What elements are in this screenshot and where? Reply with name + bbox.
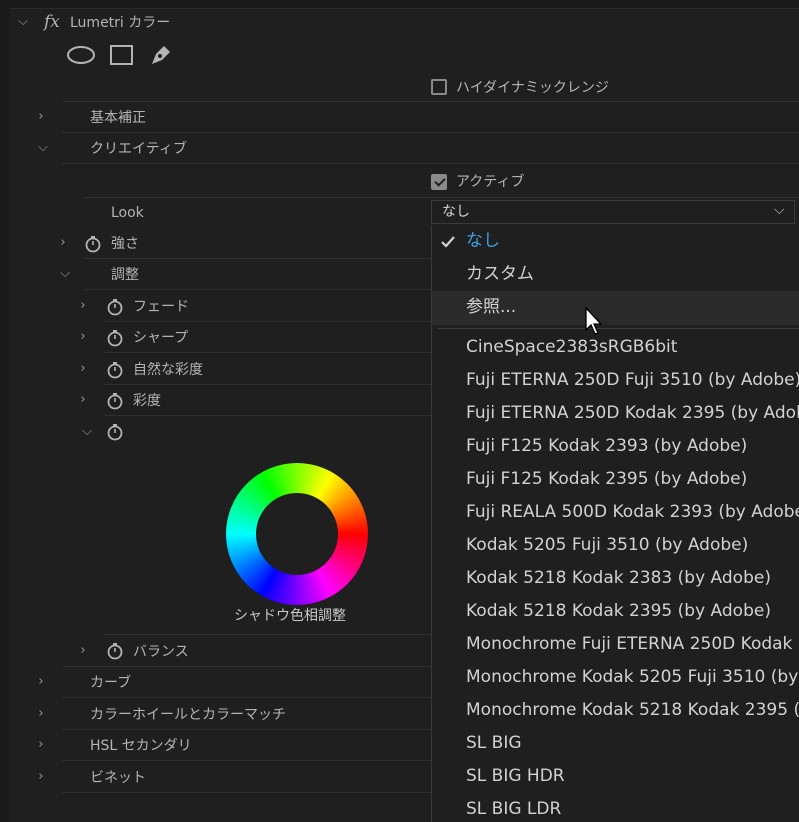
menu-item-look[interactable]: SL BIG HDR (466, 765, 565, 787)
menu-item-look[interactable]: Fuji F125 Kodak 2393 (by Adobe) (466, 435, 747, 457)
effect-collapse-chevron-icon[interactable]: ⌵ (16, 15, 30, 29)
menu-item-look[interactable]: Monochrome Kodak 5205 Fuji 3510 (by Adob… (466, 666, 799, 688)
divider (84, 258, 431, 259)
menu-item-look[interactable]: Fuji ETERNA 250D Fuji 3510 (by Adobe) (466, 369, 799, 391)
divider (62, 666, 431, 667)
hdr-label: ハイダイナミックレンジ (456, 80, 609, 96)
menu-item-look[interactable]: SL BIG (466, 732, 522, 754)
menu-separator (438, 328, 799, 329)
stopwatch-icon[interactable] (106, 298, 124, 316)
hsl-expand-chevron-icon[interactable]: › (34, 738, 48, 752)
menu-item-look[interactable]: Kodak 5218 Kodak 2383 (by Adobe) (466, 567, 771, 589)
divider (104, 384, 431, 385)
adjust-label: 調整 (111, 267, 139, 283)
stopwatch-icon[interactable] (106, 392, 124, 410)
divider (62, 101, 799, 102)
menu-item-look[interactable]: Fuji REALA 500D Kodak 2393 (by Adobe) (466, 501, 799, 523)
divider (104, 321, 431, 322)
section-creative[interactable]: クリエイティブ (90, 140, 187, 158)
saturation-label: 彩度 (133, 393, 161, 409)
section-curves[interactable]: カーブ (90, 674, 131, 692)
shadow-tint-color-wheel[interactable] (226, 463, 368, 605)
stopwatch-icon[interactable] (106, 423, 124, 441)
section-color-wheels[interactable]: カラーホイールとカラーマッチ (90, 706, 286, 724)
pen-mask-icon[interactable] (148, 42, 174, 68)
saturation-expand-chevron-icon[interactable]: › (76, 393, 90, 407)
divider (104, 634, 431, 635)
menu-item-look[interactable]: Monochrome Fuji ETERNA 250D Kodak 2395 (… (466, 633, 799, 655)
left-gutter (0, 8, 10, 822)
vibrance-expand-chevron-icon[interactable]: › (76, 362, 90, 376)
look-label: Look (111, 205, 144, 221)
stopwatch-icon[interactable] (84, 235, 102, 253)
divider (104, 415, 431, 416)
stopwatch-icon[interactable] (106, 361, 124, 379)
sharpen-expand-chevron-icon[interactable]: › (76, 330, 90, 344)
menu-item-none[interactable]: なし (466, 230, 500, 252)
divider (62, 792, 431, 793)
intensity-label: 強さ (111, 236, 139, 252)
section-hsl-secondary[interactable]: HSL セカンダリ (90, 737, 192, 755)
sharpen-label: シャープ (133, 330, 189, 346)
adjust-collapse-chevron-icon[interactable]: ⌵ (58, 267, 72, 281)
look-select[interactable]: なし ⌵ (431, 200, 795, 224)
rectangle-mask-icon[interactable] (108, 43, 136, 67)
menu-item-custom[interactable]: カスタム (466, 263, 534, 285)
balance-expand-chevron-icon[interactable]: › (76, 644, 90, 658)
balance-label: バランス (133, 644, 189, 660)
chevron-down-icon: ⌵ (774, 202, 785, 218)
checkmark-icon (441, 236, 455, 248)
divider (62, 760, 431, 761)
menu-item-look[interactable]: CineSpace2383sRGB6bit (466, 336, 677, 358)
divider (62, 729, 431, 730)
fade-label: フェード (133, 299, 189, 315)
divider (104, 352, 431, 353)
menu-item-look[interactable]: Kodak 5218 Kodak 2395 (by Adobe) (466, 600, 771, 622)
fx-icon[interactable]: fx (44, 12, 60, 32)
fade-expand-chevron-icon[interactable]: › (76, 299, 90, 313)
active-checkbox[interactable] (431, 174, 447, 190)
look-select-value: なし (442, 204, 470, 220)
color-wheel-center (256, 493, 338, 575)
basic-expand-chevron-icon[interactable]: › (34, 110, 48, 124)
wheels-expand-chevron-icon[interactable]: › (34, 707, 48, 721)
top-divider (0, 0, 799, 9)
effect-title: Lumetri カラー (70, 15, 171, 31)
shadow-tint-collapse-chevron-icon[interactable]: ⌵ (80, 425, 94, 439)
menu-item-look[interactable]: Kodak 5205 Fuji 3510 (by Adobe) (466, 534, 748, 556)
menu-item-look[interactable]: Fuji F125 Kodak 2395 (by Adobe) (466, 468, 747, 490)
section-basic[interactable]: 基本補正 (90, 109, 146, 127)
ellipse-mask-icon[interactable] (66, 44, 96, 66)
divider (84, 289, 431, 290)
shadow-tint-label: シャドウ色相調整 (234, 608, 346, 624)
active-label: アクティブ (456, 174, 525, 190)
mouse-cursor-icon (585, 306, 603, 335)
vignette-expand-chevron-icon[interactable]: › (34, 770, 48, 784)
intensity-expand-chevron-icon[interactable]: › (56, 236, 70, 250)
hdr-checkbox[interactable] (431, 79, 447, 95)
divider (84, 197, 799, 198)
divider (62, 697, 431, 698)
creative-collapse-chevron-icon[interactable]: ⌵ (36, 141, 50, 155)
vibrance-label: 自然な彩度 (133, 362, 203, 378)
section-vignette[interactable]: ビネット (90, 769, 146, 787)
divider (62, 163, 799, 164)
divider (62, 132, 799, 133)
stopwatch-icon[interactable] (106, 329, 124, 347)
menu-item-look[interactable]: Monochrome Kodak 5218 Kodak 2395 (by Ado… (466, 699, 799, 721)
look-dropdown-menu[interactable]: なし カスタム 参照... CineSpace2383sRGB6bit Fuji… (431, 225, 799, 822)
stopwatch-icon[interactable] (106, 642, 124, 660)
menu-item-browse[interactable]: 参照... (466, 296, 516, 318)
menu-item-look[interactable]: Fuji ETERNA 250D Kodak 2395 (by Adobe) (466, 402, 799, 424)
menu-item-look[interactable]: SL BIG LDR (466, 798, 561, 820)
curves-expand-chevron-icon[interactable]: › (34, 675, 48, 689)
